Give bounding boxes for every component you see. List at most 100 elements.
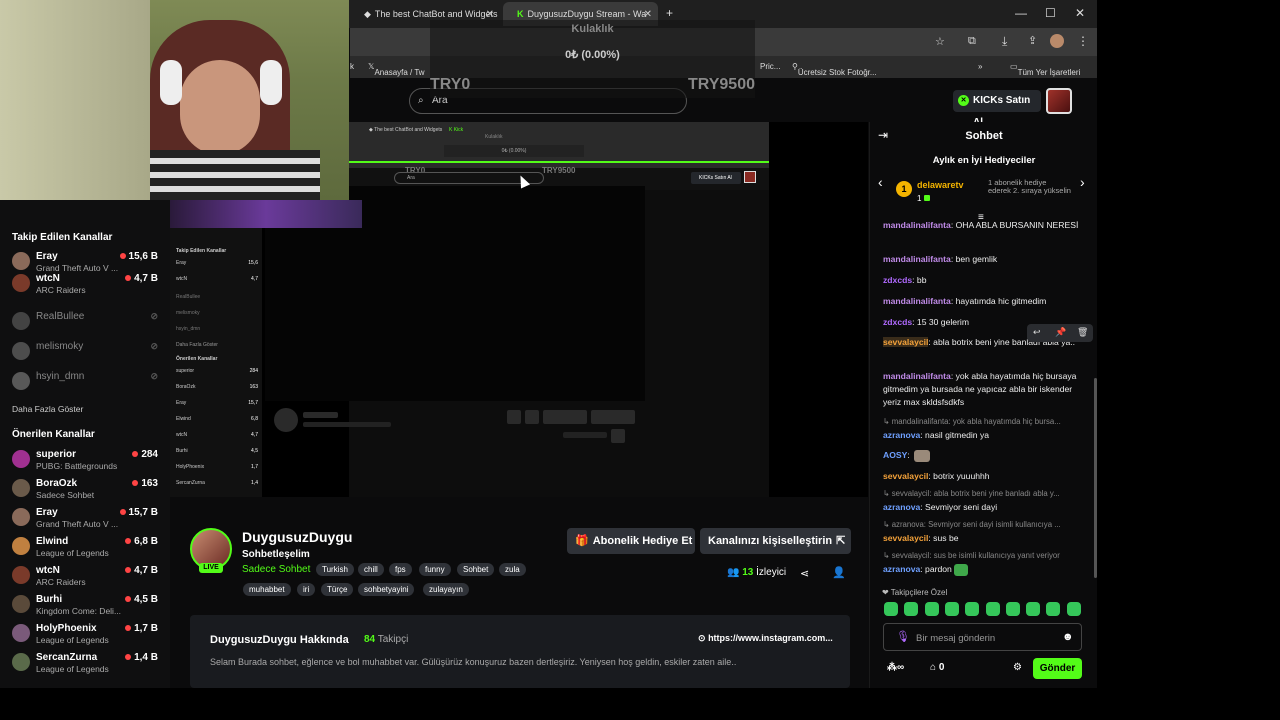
kicks-icon[interactable]: ⁂∞ [887,662,904,673]
bookmark-stock-photos[interactable]: ⚲ Ücretsiz Stok Fotoğr... [792,62,877,77]
emote-icon[interactable] [944,602,959,616]
chat-username[interactable]: zdxcds [883,317,912,327]
chat-settings-icon[interactable]: ⚙ [1013,662,1022,673]
chat-username[interactable]: sevvalaycil [883,533,928,543]
chat-username[interactable]: azranova [883,430,920,440]
emote-icon[interactable] [924,602,939,616]
channel-name[interactable]: DuygusuzDuygu [242,529,352,545]
channel-tag[interactable]: zula [499,563,526,576]
delete-icon[interactable]: 🗑 [1077,327,1088,338]
customize-channel-button[interactable]: Kanalınızı kişiselleştirin ⇱ [700,528,851,554]
chat-username[interactable]: azranova [883,502,920,512]
channel-tag[interactable]: iri [297,583,316,596]
user-avatar[interactable] [1046,88,1072,114]
bookmark-fragment[interactable]: k [350,62,354,71]
chat-message[interactable]: zdxcds: bb [883,274,1088,287]
maximize-icon[interactable]: ☐ [1045,6,1056,20]
chat-username[interactable]: mandalinalifanta [883,220,951,230]
chat-username[interactable]: AOSY [883,450,907,460]
new-tab-icon[interactable]: + [666,6,673,20]
close-tab-icon[interactable]: ✕ [486,9,494,20]
chevron-right-icon[interactable]: › [1080,174,1085,190]
chat-message[interactable]: mandalinalifanta: OHA ABLA BURSANIN NERE… [883,219,1088,232]
chat-username[interactable]: mandalinalifanta [883,296,951,306]
profile-avatar[interactable] [1050,34,1064,48]
chat-message[interactable]: sevvalaycil: botrix yuuuhhh [883,470,1088,483]
reply-icon[interactable]: ↩ [1033,327,1041,338]
menu-icon[interactable]: ⋮ [1077,34,1089,48]
send-button[interactable]: Gönder [1033,658,1082,679]
followed-channel-item[interactable]: Eray Grand Theft Auto V ... 15,6 B [12,250,162,274]
followed-channel-item[interactable]: RealBullee ⊘ [12,310,162,334]
recommended-channel-item[interactable]: SercanZurna League of Legends 1,4 B [12,651,162,675]
emote-icon[interactable] [1005,602,1020,616]
recommended-channel-item[interactable]: wtcN ARC Raiders 4,7 B [12,564,162,588]
chat-message[interactable]: azranova: pardon [883,563,1088,576]
emote-icon[interactable] [985,602,1000,616]
chat-message[interactable]: mandalinalifanta: hayatımda hic gitmedim [883,295,1088,308]
chat-username[interactable]: sevvalaycil [883,471,928,481]
channel-tag[interactable]: Türçe [321,583,354,596]
reply-context[interactable]: ↳ azranova: Sevmiyor seni dayi isimli ku… [883,520,1088,529]
chat-username[interactable]: zdxcds [883,275,912,285]
chat-username[interactable]: sevvalaycil [883,337,929,347]
close-window-icon[interactable]: ✕ [1075,6,1085,20]
chat-message[interactable]: sevvalaycil: sus be [883,532,1088,545]
emote-icon[interactable] [904,602,919,616]
all-bookmarks[interactable]: ▭ Tüm Yer İşaretleri [1010,62,1080,77]
chat-message-field[interactable] [916,630,1056,646]
emote-icon[interactable] [1046,602,1061,616]
points-counter[interactable]: ⌂ 0 [930,662,944,673]
channel-tag[interactable]: funny [419,563,451,576]
gift-subscription-button[interactable]: 🎁 Abonelik Hediye Et [567,528,695,554]
followed-channel-item[interactable]: melismoky ⊘ [12,340,162,364]
channel-tag[interactable]: Sohbet [457,563,495,576]
reply-context[interactable]: ↳ sevvalaycil: abla botrix beni yine ban… [883,489,1088,498]
chat-username[interactable]: mandalinalifanta [883,371,951,381]
chat-scrollbar[interactable] [1094,378,1097,578]
channel-tag[interactable]: fps [389,563,412,576]
channel-tag[interactable]: zulayayın [423,583,469,596]
instagram-link[interactable]: ⊙ https://www.instagram.com... [698,633,833,644]
recommended-channel-item[interactable]: Elwind League of Legends 6,8 B [12,535,162,559]
chat-username[interactable]: mandalinalifanta [883,254,951,264]
bookmarks-overflow-icon[interactable]: » [978,62,982,71]
reply-context[interactable]: ↳ mandalinalifanta: yok abla hayatımda h… [883,417,1088,426]
chat-input-box[interactable]: 🎙 ☻ [883,623,1082,651]
chat-username[interactable]: azranova [883,564,920,574]
emoji-icon[interactable]: ☻ [1062,631,1074,643]
chevron-left-icon[interactable]: ‹ [878,174,883,190]
show-more-link[interactable]: Daha Fazla Göster [12,404,83,414]
buy-kicks-button[interactable]: ✕ KICKs Satın Al [953,90,1041,128]
follow-user-icon[interactable]: 👤 [832,566,846,579]
close-tab-icon[interactable]: ✕ [644,9,652,20]
channel-tag[interactable]: Turkish [316,563,354,576]
chat-message[interactable]: azranova: Sevmiyor seni dayi [883,501,1088,514]
followed-channel-item[interactable]: hsyin_dmn ⊘ [12,370,162,394]
chat-message[interactable]: mandalinalifanta: yok abla hayatımda hiç… [883,370,1088,409]
recommended-channel-item[interactable]: HolyPhoenix League of Legends 1,7 B [12,622,162,646]
channel-tag[interactable]: sohbetyayini [358,583,415,596]
stream-category[interactable]: Sadece Sohbet [242,564,310,575]
channel-tag[interactable]: muhabbet [243,583,291,596]
extensions-icon[interactable]: ⧉ [968,35,976,48]
reply-context[interactable]: ↳ sevvalaycil: sus be isimli kullanıcıya… [883,551,1088,560]
emote-icon[interactable] [1066,602,1081,616]
recommended-channel-item[interactable]: Eray Grand Theft Auto V ... 15,7 B [12,506,162,530]
emote-icon[interactable] [1026,602,1041,616]
chat-message[interactable]: azranova: nasil gitmedin ya [883,429,1088,442]
bookmark-x[interactable]: 𝕏 Anasayfa / Tw [368,62,425,77]
recommended-channel-item[interactable]: BoraOzk Sadece Sohbet 163 [12,477,162,501]
recommended-channel-item[interactable]: superior PUBG: Battlegrounds 284 [12,448,162,472]
share-icon[interactable]: ⇪ [1028,34,1037,47]
channel-tag[interactable]: chill [358,563,384,576]
chat-message[interactable]: AOSY: [883,449,1088,462]
minimize-icon[interactable]: — [1015,6,1027,20]
star-icon[interactable]: ☆ [935,35,945,48]
microphone-icon[interactable]: 🎙 [896,630,910,643]
chat-message[interactable]: mandalinalifanta: ben gemlik [883,253,1088,266]
bookmark-pricing[interactable]: Pric... [760,62,780,71]
emote-icon[interactable] [965,602,980,616]
emote-icon[interactable] [884,602,898,616]
recommended-channel-item[interactable]: Burhi Kingdom Come: Deli... 4,5 B [12,593,162,617]
